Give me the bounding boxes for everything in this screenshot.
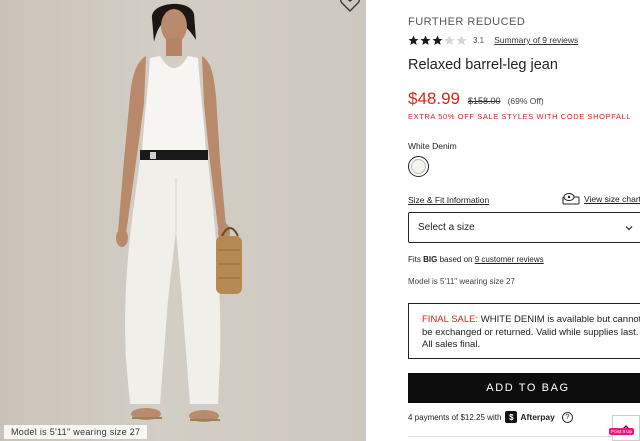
image-caption: Model is 5'11" wearing size 27 (4, 425, 148, 439)
fit-middle: based on (437, 255, 475, 264)
size-fit-link[interactable]: Size & Fit Information (408, 195, 489, 205)
afterpay-logo-icon: $ (505, 411, 518, 423)
size-select[interactable]: Select a size (408, 212, 640, 243)
add-to-bag-button[interactable]: ADD TO BAG (408, 373, 640, 403)
star-icon (456, 35, 467, 45)
final-sale-notice: FINAL SALE: WHITE DENIM is available but… (408, 303, 640, 359)
afterpay-text: 4 payments of $12.25 with (408, 412, 502, 422)
fit-prefix: Fits (408, 255, 424, 264)
star-rating (408, 35, 467, 46)
discount-percent: (69% Off) (507, 96, 544, 106)
customer-reviews-link[interactable]: 9 customer reviews (475, 255, 544, 264)
reviews-link[interactable]: Summary of 9 reviews (494, 35, 578, 45)
original-price: $158.00 (468, 96, 501, 106)
pin-badge[interactable]: Point It Up (609, 428, 635, 435)
star-icon (432, 35, 443, 45)
model-illustration (116, 3, 242, 422)
afterpay-brand: Afterpay (520, 412, 555, 422)
info-icon[interactable]: ? (561, 411, 573, 423)
fit-summary: Fits BIG based on 9 customer reviews (408, 255, 544, 264)
fit-emphasis: BIG (423, 255, 438, 264)
product-eyebrow: FURTHER REDUCED (408, 16, 526, 28)
product-title: Relaxed barrel-leg jean (408, 57, 558, 73)
product-image: Model is 5'11" wearing size 27 (0, 0, 366, 441)
size-select-placeholder: Select a size (418, 222, 475, 233)
heart-icon[interactable] (340, 0, 360, 12)
swatch-fill (411, 159, 426, 174)
divider (408, 436, 640, 437)
rating-value: 3.1 (473, 35, 485, 45)
size-links-row: Size & Fit Information View size chart (408, 193, 640, 207)
tape-measure-icon (562, 193, 580, 205)
star-icon (420, 35, 431, 45)
size-chart-link[interactable]: View size chart (584, 194, 640, 204)
final-sale-label: FINAL SALE: (422, 314, 479, 325)
price-row: $48.99 $158.00 (69% Off) (408, 89, 544, 109)
color-label: White Denim (408, 141, 457, 151)
model-size-note: Model is 5'11" wearing size 27 (408, 277, 515, 286)
chevron-down-icon (625, 226, 633, 231)
star-icon (444, 35, 455, 45)
promo-message: EXTRA 50% OFF SALE STYLES WITH CODE SHOP… (408, 112, 632, 121)
star-icon (408, 35, 419, 45)
sale-price: $48.99 (408, 89, 460, 108)
rating-row: 3.1 Summary of 9 reviews (408, 33, 578, 47)
afterpay-row: 4 payments of $12.25 with $ Afterpay ? (408, 410, 573, 424)
color-swatch-white-denim[interactable] (408, 156, 429, 177)
product-details: FURTHER REDUCED 3.1 Summary of 9 reviews… (408, 0, 640, 441)
